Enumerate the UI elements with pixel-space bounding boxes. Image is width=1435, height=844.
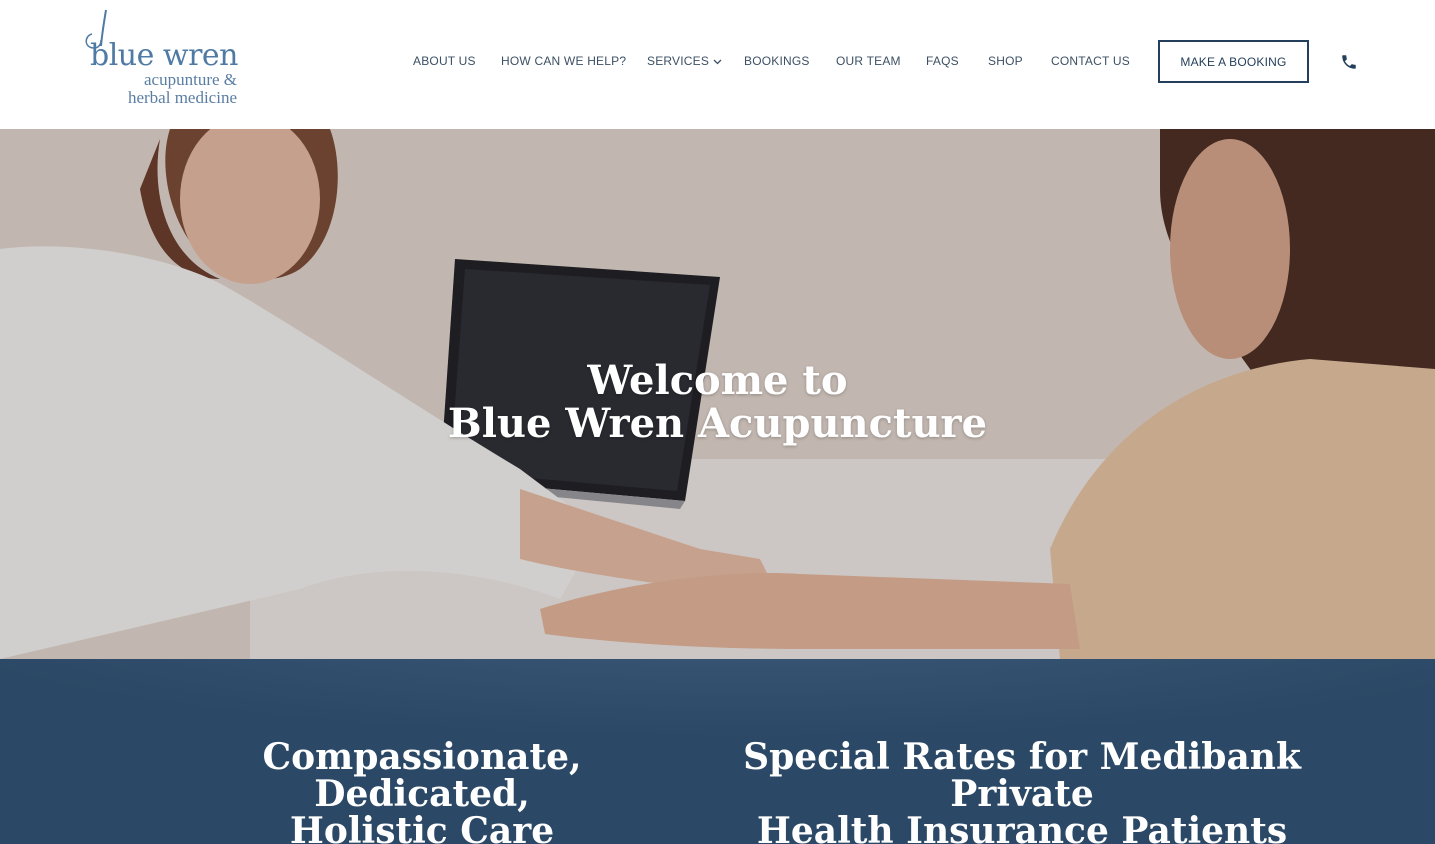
nav-faqs[interactable]: FAQS xyxy=(926,54,959,68)
nav-services[interactable]: SERVICES xyxy=(647,54,722,68)
left-heading-line2: Holistic Care xyxy=(289,810,555,844)
chevron-down-icon xyxy=(713,59,722,65)
site-header: blue wren acupunture & herbal medicine A… xyxy=(0,0,1435,129)
nav-contact-us[interactable]: CONTACT US xyxy=(1051,54,1130,68)
right-heading-line1: Special Rates for Medibank Private xyxy=(743,736,1301,815)
intro-band: Compassionate, Dedicated, Holistic Care … xyxy=(0,659,1435,844)
nav-shop[interactable]: SHOP xyxy=(988,54,1023,68)
left-heading-line1: Compassionate, Dedicated, xyxy=(262,736,582,815)
nav-about-us[interactable]: ABOUT US xyxy=(413,54,476,68)
compassionate-care-heading: Compassionate, Dedicated, Holistic Care xyxy=(172,739,672,844)
right-heading-line2: Health Insurance Patients xyxy=(756,810,1288,844)
nav-our-team[interactable]: OUR TEAM xyxy=(836,54,901,68)
phone-icon[interactable] xyxy=(1340,53,1358,71)
medibank-rates-heading: Special Rates for Medibank Private Healt… xyxy=(722,739,1322,844)
hero-title-line1: Welcome to xyxy=(587,357,848,404)
band-glow xyxy=(0,659,1435,739)
hero-title: Welcome to Blue Wren Acupuncture xyxy=(0,359,1435,445)
hero-title-line2: Blue Wren Acupuncture xyxy=(447,400,988,447)
nav-how-can-we-help[interactable]: HOW CAN WE HELP? xyxy=(501,54,626,68)
nav-services-label: SERVICES xyxy=(647,54,710,68)
hero-section: Welcome to Blue Wren Acupuncture xyxy=(0,129,1435,659)
nav-bookings[interactable]: BOOKINGS xyxy=(744,54,810,68)
make-a-booking-button[interactable]: MAKE A BOOKING xyxy=(1158,40,1309,83)
